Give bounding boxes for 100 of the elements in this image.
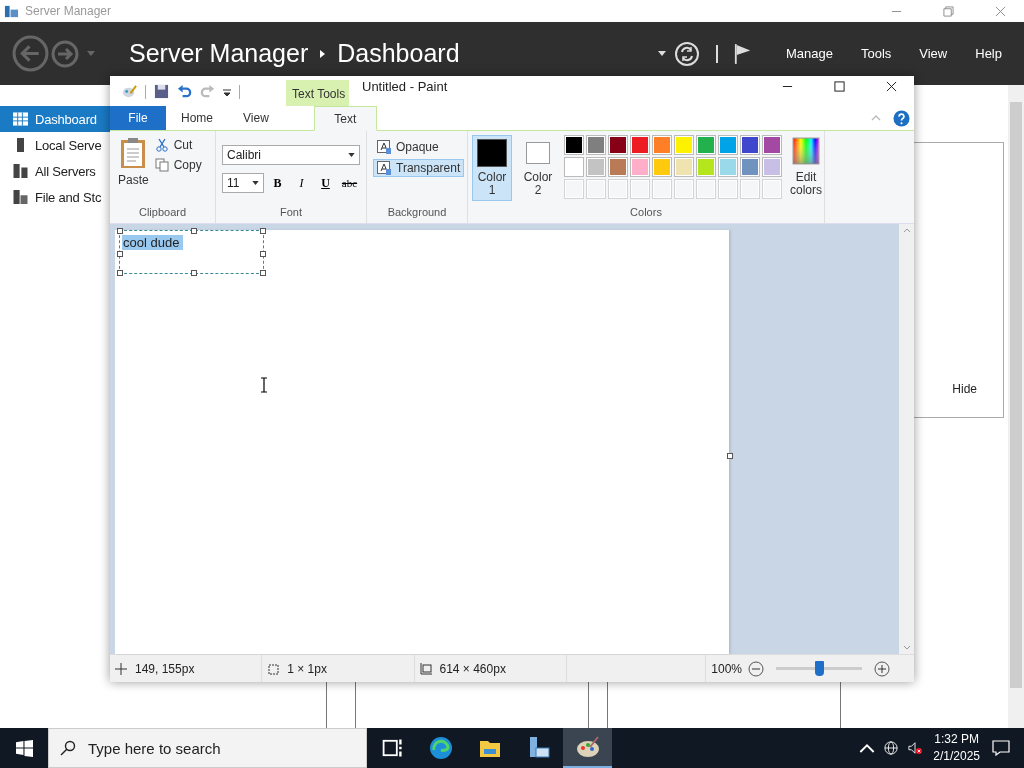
app-icon: [4, 3, 19, 19]
color-selector[interactable]: Color 1: [472, 135, 512, 201]
font-family-field[interactable]: Calibri: [222, 145, 360, 165]
scroll-down-icon[interactable]: [902, 645, 911, 650]
palette-swatch[interactable]: [674, 157, 694, 177]
empty-swatch[interactable]: [740, 179, 760, 199]
palette-swatch[interactable]: [564, 135, 584, 155]
ribbon-tab[interactable]: Text: [313, 106, 377, 131]
palette-swatch[interactable]: [608, 157, 628, 177]
caret-icon[interactable]: [657, 51, 666, 56]
flag-icon[interactable]: [733, 41, 752, 66]
sidebar-item[interactable]: File and Stc: [0, 184, 110, 210]
sidebar-item[interactable]: All Servers: [0, 158, 110, 184]
palette-swatch[interactable]: [762, 157, 782, 177]
empty-swatch[interactable]: [652, 179, 672, 199]
sidebar-item[interactable]: Local Serve: [0, 132, 110, 158]
paste-button[interactable]: Paste: [114, 135, 153, 206]
color-spectrum-icon: [792, 137, 820, 165]
customize-icon[interactable]: [223, 89, 231, 97]
forward-icon[interactable]: [51, 39, 79, 68]
paint-icon[interactable]: [122, 84, 137, 99]
empty-swatch[interactable]: [630, 179, 650, 199]
undo-icon[interactable]: [177, 84, 192, 99]
resize-handle[interactable]: [260, 251, 266, 257]
sidebar-item[interactable]: Dashboard: [0, 106, 110, 132]
scrollbar[interactable]: [899, 224, 914, 654]
palette-swatch[interactable]: [718, 135, 738, 155]
restore-icon[interactable]: [943, 5, 954, 17]
font-style-button[interactable]: abc: [339, 177, 360, 189]
resize-handle[interactable]: [117, 228, 123, 234]
copy-button[interactable]: Copy: [152, 157, 204, 173]
palette-swatch[interactable]: [740, 157, 760, 177]
browser-icon: [428, 736, 453, 760]
resize-handle[interactable]: [191, 228, 197, 234]
edit-colors-button[interactable]: Edit colors: [788, 135, 824, 206]
background-option[interactable]: Transparent: [373, 159, 465, 177]
palette-swatch[interactable]: [652, 135, 672, 155]
menu-item[interactable]: View: [907, 46, 960, 61]
canvas-text[interactable]: cool dude: [122, 235, 184, 250]
search-field[interactable]: Type here to search: [48, 728, 367, 768]
font-style-button[interactable]: U: [315, 175, 336, 191]
palette-swatch[interactable]: [718, 157, 738, 177]
palette-swatch[interactable]: [674, 135, 694, 155]
resize-handle[interactable]: [260, 228, 266, 234]
empty-swatch[interactable]: [564, 179, 584, 199]
palette-swatch[interactable]: [762, 135, 782, 155]
close-icon[interactable]: [886, 80, 897, 92]
maximize-icon[interactable]: [834, 80, 845, 92]
resize-handle[interactable]: [117, 251, 123, 257]
scroll-up-icon[interactable]: [902, 228, 911, 233]
refresh-icon[interactable]: [673, 40, 700, 67]
copy-icon: [154, 158, 169, 172]
clock-time[interactable]: 1:32 PM: [934, 731, 979, 748]
palette-swatch[interactable]: [564, 157, 584, 177]
scrollbar[interactable]: [1008, 85, 1024, 728]
palette-swatch[interactable]: [696, 157, 716, 177]
zoom-in-icon[interactable]: [874, 660, 890, 677]
slider-thumb[interactable]: [815, 661, 824, 676]
cut-button[interactable]: Cut: [152, 137, 204, 153]
color-selector[interactable]: Color 2: [518, 135, 558, 201]
save-icon[interactable]: [154, 84, 169, 99]
menu-item[interactable]: Tools: [848, 46, 904, 61]
text-box[interactable]: cool dude: [119, 230, 264, 274]
hide-button[interactable]: Hide: [946, 381, 983, 397]
palette-swatch[interactable]: [652, 157, 672, 177]
empty-swatch[interactable]: [696, 179, 716, 199]
empty-swatch[interactable]: [762, 179, 782, 199]
menu-item[interactable]: Help: [963, 46, 1014, 61]
font-size-field[interactable]: 11: [222, 173, 264, 193]
globe-icon[interactable]: [883, 741, 900, 755]
resize-handle[interactable]: [191, 270, 197, 276]
background-option[interactable]: Opaque: [373, 138, 443, 156]
dropdown-arrow-icon: [348, 153, 355, 157]
palette-swatch[interactable]: [608, 135, 628, 155]
canvas[interactable]: cool dude: [115, 230, 729, 654]
palette-swatch[interactable]: [630, 157, 650, 177]
speaker-muted-icon[interactable]: [907, 741, 924, 755]
zoom-slider[interactable]: [776, 661, 862, 676]
palette-swatch[interactable]: [630, 135, 650, 155]
taskbar-app[interactable]: [563, 728, 612, 768]
font-style-button[interactable]: B: [267, 175, 288, 191]
empty-swatch[interactable]: [586, 179, 606, 199]
help-icon[interactable]: [893, 109, 910, 127]
empty-swatch[interactable]: [718, 179, 738, 199]
notification-icon[interactable]: [992, 740, 1010, 756]
resize-handle[interactable]: [260, 270, 266, 276]
back-icon[interactable]: [12, 35, 49, 72]
menu-item[interactable]: Manage: [773, 46, 845, 61]
ribbon-tab[interactable]: File: [110, 106, 166, 130]
palette-swatch[interactable]: [586, 157, 606, 177]
palette-swatch[interactable]: [696, 135, 716, 155]
resize-handle[interactable]: [727, 453, 733, 459]
zoom-out-icon[interactable]: [748, 660, 764, 677]
empty-swatch[interactable]: [608, 179, 628, 199]
palette-swatch[interactable]: [586, 135, 606, 155]
font-style-button[interactable]: I: [291, 175, 312, 191]
clock-date[interactable]: 2/1/2025: [933, 748, 980, 765]
resize-handle[interactable]: [117, 270, 123, 276]
palette-swatch[interactable]: [740, 135, 760, 155]
empty-swatch[interactable]: [674, 179, 694, 199]
